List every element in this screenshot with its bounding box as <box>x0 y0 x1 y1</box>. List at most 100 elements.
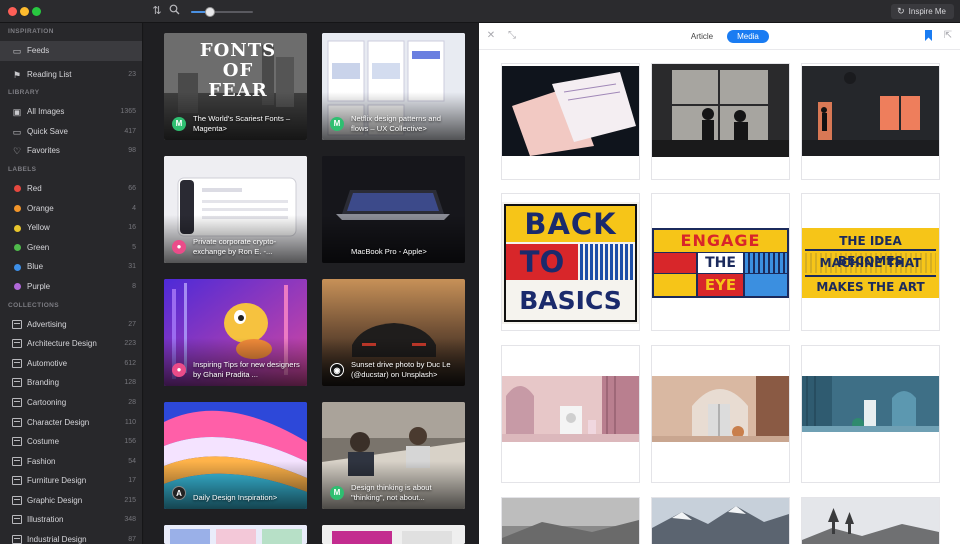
sidebar-item-collection[interactable]: Graphic Design 215 <box>0 491 142 511</box>
section-header-library: LIBRARY <box>8 89 40 97</box>
media-tile[interactable] <box>501 345 640 483</box>
expand-icon[interactable]: ⤡ <box>506 30 518 42</box>
detail-pane: ✕ ⤡ Article Media ⇱ BACK TO BASICS ENGAG… <box>479 23 960 544</box>
color-dot-icon <box>14 185 21 193</box>
bookmark-icon[interactable] <box>922 30 934 42</box>
sidebar-item-label-yellow[interactable]: Yellow 16 <box>0 218 142 238</box>
collection-icon <box>12 417 22 427</box>
sidebar-item-quick-save[interactable]: ▭ Quick Save 417 <box>0 122 142 142</box>
feed-card[interactable] <box>322 525 465 544</box>
sidebar-item-collection[interactable]: Costume 156 <box>0 432 142 452</box>
feed-card[interactable]: ● Private corporate crypto-exchange by R… <box>164 156 307 263</box>
sidebar-item-label-red[interactable]: Red 66 <box>0 179 142 199</box>
feed-card[interactable]: M Design thinking is about "thinking", n… <box>322 402 465 509</box>
camera-icon: ◉ <box>330 363 344 377</box>
media-tile[interactable]: ENGAGE THE EYE <box>651 193 790 331</box>
minimize-window-button[interactable] <box>20 7 29 16</box>
zoom-slider-knob[interactable] <box>204 7 215 17</box>
close-window-button[interactable] <box>8 7 17 16</box>
sidebar-item-feeds[interactable]: ▭ Feeds <box>0 41 142 61</box>
item-count: 417 <box>124 127 136 135</box>
media-tile[interactable] <box>651 63 790 180</box>
zoom-window-button[interactable] <box>32 7 41 16</box>
sidebar-item-label-green[interactable]: Green 5 <box>0 238 142 258</box>
sidebar-item-label: Costume <box>27 437 60 447</box>
sidebar-item-label: Purple <box>27 281 51 291</box>
heart-icon: ♡ <box>12 146 22 157</box>
tab-media[interactable]: Media <box>727 30 769 43</box>
card-image <box>164 525 307 544</box>
sidebar-item-label-purple[interactable]: Purple 8 <box>0 277 142 297</box>
feed-card[interactable]: MacBook Pro - Apple> <box>322 156 465 263</box>
detail-toolbar: ↻ Inspire Me <box>478 0 960 23</box>
poster-engage-the-eye: ENGAGE THE EYE <box>652 228 789 298</box>
item-count: 16 <box>128 224 136 232</box>
sidebar-item-collection[interactable]: Furniture Design 17 <box>0 471 142 491</box>
poster-line: TO <box>506 244 578 280</box>
media-image <box>502 498 639 544</box>
feed-card[interactable]: A Daily Design Inspiration> <box>164 402 307 509</box>
tray-icon: ▭ <box>12 46 22 56</box>
media-tile[interactable] <box>501 63 640 180</box>
item-count: 66 <box>128 184 136 192</box>
media-tile[interactable] <box>651 497 790 544</box>
sidebar-item-collection[interactable]: Advertising 27 <box>0 315 142 335</box>
poster-line: BACK <box>506 206 635 242</box>
tab-article[interactable]: Article <box>681 30 723 43</box>
sidebar-item-favorites[interactable]: ♡ Favorites 98 <box>0 141 142 161</box>
share-icon[interactable]: ⇱ <box>942 30 954 42</box>
item-count: 4 <box>132 204 136 212</box>
sidebar-item-all-images[interactable]: ▣ All Images 1365 <box>0 102 142 122</box>
sidebar-item-label-blue[interactable]: Blue 31 <box>0 257 142 277</box>
sidebar-item-collection[interactable]: Branding 128 <box>0 373 142 393</box>
item-count: 23 <box>128 70 136 78</box>
sidebar-item-reading-list[interactable]: ⚑ Reading List 23 <box>0 65 142 85</box>
media-tile[interactable] <box>801 345 940 483</box>
sidebar-item-label: Illustration <box>27 515 64 525</box>
item-count: 348 <box>124 516 136 524</box>
sidebar-item-label: Branding <box>27 378 60 388</box>
inspire-me-button[interactable]: ↻ Inspire Me <box>891 4 954 19</box>
feed-card[interactable]: ◉ Sunset drive photo by Duc Le (@ducstar… <box>322 279 465 386</box>
media-image <box>652 498 789 544</box>
sort-icon[interactable]: ⇅ <box>150 4 164 18</box>
item-count: 1365 <box>120 108 136 116</box>
media-image <box>502 376 639 442</box>
sidebar-item-label: Green <box>27 242 50 252</box>
feed-card[interactable]: ● Inspiring Tips for new designers by Gh… <box>164 279 307 386</box>
app-window: ⇅ ↻ Inspire Me INSPIRATION ▭ Feeds ⚑ Rea… <box>0 0 960 544</box>
sidebar-item-label: Architecture Design <box>27 339 97 349</box>
media-tile[interactable]: BACK TO BASICS <box>501 193 640 331</box>
feed-card[interactable]: M Netflix design patterns and flows – UX… <box>322 33 465 140</box>
collection-icon <box>12 456 22 466</box>
sidebar-item-collection[interactable]: Illustration 348 <box>0 510 142 530</box>
apple-icon <box>330 240 344 254</box>
close-icon[interactable]: ✕ <box>485 30 497 42</box>
sidebar-item-label: Yellow <box>27 223 50 233</box>
media-tile[interactable] <box>801 497 940 544</box>
bookmark-icon: ⚑ <box>12 69 22 80</box>
sidebar-item-collection[interactable]: Character Design 110 <box>0 413 142 433</box>
zoom-slider[interactable] <box>191 7 253 17</box>
sidebar-item-collection[interactable]: Cartooning 28 <box>0 393 142 413</box>
poster-line: MAKES THE ART <box>805 275 936 295</box>
media-tile[interactable] <box>801 63 940 180</box>
collection-icon <box>12 358 22 368</box>
feed-card[interactable]: FONTS OF FEAR M The World's Scariest Fon… <box>164 33 307 140</box>
item-count: 87 <box>128 536 136 544</box>
section-header-labels: LABELS <box>8 165 37 173</box>
images-icon: ▣ <box>12 107 22 118</box>
sidebar-item-collection[interactable]: Fashion 54 <box>0 452 142 472</box>
feed-card[interactable] <box>164 525 307 544</box>
sidebar-item-collection[interactable]: Industrial Design 87 <box>0 530 142 544</box>
collection-icon <box>12 397 22 407</box>
media-tile[interactable] <box>651 345 790 483</box>
sidebar-item-collection[interactable]: Architecture Design 223 <box>0 334 142 354</box>
dribbble-icon: ● <box>172 363 186 377</box>
search-icon[interactable] <box>167 4 181 18</box>
sidebar-item-label-orange[interactable]: Orange 4 <box>0 199 142 219</box>
medium-icon: M <box>330 486 344 500</box>
sidebar-item-collection[interactable]: Automotive 612 <box>0 354 142 374</box>
media-tile[interactable] <box>501 497 640 544</box>
media-tile[interactable]: THE IDEA BECOMES MACHINE THAT MAKES THE … <box>801 193 940 331</box>
